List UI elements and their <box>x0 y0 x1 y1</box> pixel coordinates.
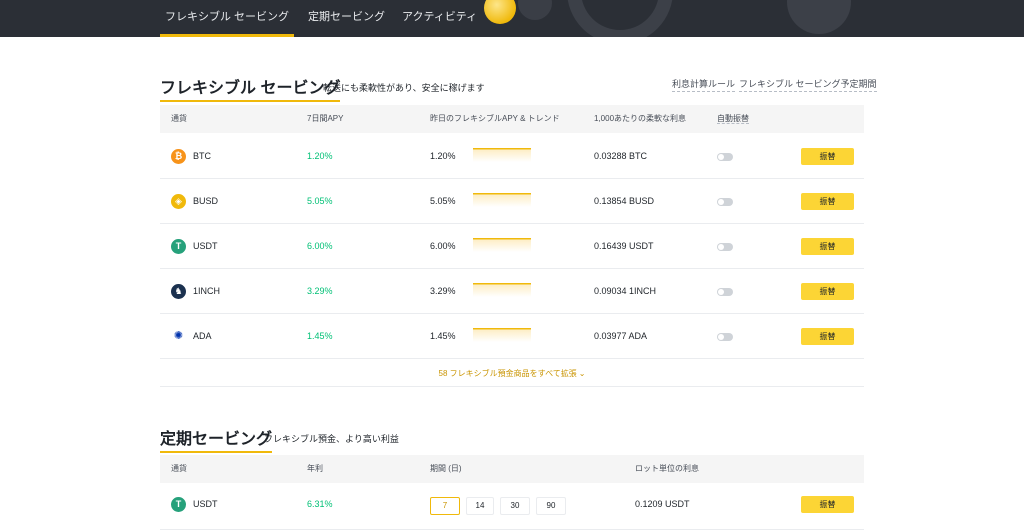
header-interest-per-1000: 1,000あたりの柔軟な利息 <box>594 114 687 123</box>
table-row: ◈ BUSD 5.05% 5.05% 0.13854 BUSD 振替 <box>160 179 864 224</box>
table-row: ✺ ADA 1.45% 1.45% 0.03977 ADA 振替 <box>160 314 864 359</box>
coin-name: ADA <box>193 331 212 341</box>
apy-yesterday: 3.29% <box>430 286 456 296</box>
table-row: T USDT 6.00% 6.00% 0.16439 USDT 振替 <box>160 224 864 269</box>
dark-circle-decoration <box>518 0 552 20</box>
trend-chart <box>473 148 531 162</box>
flexible-savings-title: フレキシブル セービング <box>160 74 341 102</box>
auto-transfer-toggle[interactable] <box>717 243 733 251</box>
coin-name: USDT <box>193 241 218 251</box>
table-row: T USDT 6.31% 7 14 30 90 0.1209 USDT 振替 <box>160 482 864 530</box>
period-option-30[interactable]: 30 <box>500 497 530 515</box>
locked-savings-title: 定期セービング <box>160 425 273 453</box>
tab-flexible-savings[interactable]: フレキシブル セービング <box>160 0 294 37</box>
trend-chart <box>473 328 531 342</box>
lot-interest: 0.1209 USDT <box>635 499 690 509</box>
header-coin: 通貨 <box>171 114 187 123</box>
locked-table-header: 通貨 年利 期間 (日) ロット単位の利息 <box>160 455 864 483</box>
tab-locked-savings[interactable]: 定期セービング <box>308 0 385 37</box>
auto-transfer-toggle[interactable] <box>717 198 733 206</box>
table-row: ₿ BTC 1.20% 1.20% 0.03288 BTC 振替 <box>160 134 864 179</box>
header-7day-apy: 7日間APY <box>307 114 344 123</box>
1inch-icon: ♞ <box>171 284 186 299</box>
annual-rate: 6.31% <box>307 499 333 509</box>
header-lot-interest: ロット単位の利息 <box>635 464 699 473</box>
apy-7day: 5.05% <box>307 196 333 206</box>
coin-name: BTC <box>193 151 211 161</box>
busd-icon: ◈ <box>171 194 186 209</box>
transfer-button[interactable]: 振替 <box>801 193 854 210</box>
auto-transfer-toggle[interactable] <box>717 153 733 161</box>
apy-7day: 1.20% <box>307 151 333 161</box>
transfer-button[interactable]: 振替 <box>801 238 854 255</box>
coin-name: 1INCH <box>193 286 221 296</box>
coin-name: BUSD <box>193 196 219 206</box>
apy-7day: 3.29% <box>307 286 333 296</box>
locked-savings-subtitle: フレキシブル預金、より高い利益 <box>264 434 399 444</box>
apy-yesterday: 1.20% <box>430 151 456 161</box>
tether-icon: T <box>171 497 186 512</box>
interest-per-1000: 0.09034 1INCH <box>594 286 657 296</box>
interest-per-1000: 0.03977 ADA <box>594 331 648 341</box>
header-auto-transfer: 自動振替 <box>717 114 749 124</box>
apy-7day: 1.45% <box>307 331 333 341</box>
trend-chart <box>473 193 531 207</box>
period-option-14[interactable]: 14 <box>466 497 494 515</box>
chevron-down-icon: ⌄ <box>578 369 586 378</box>
interest-rule-link[interactable]: 利息計算ルール <box>672 77 736 92</box>
transfer-button[interactable]: 振替 <box>801 148 854 165</box>
trend-chart <box>473 283 531 297</box>
interest-per-1000: 0.13854 BUSD <box>594 196 655 206</box>
flexible-savings-subtitle: 転送にも柔軟性があり、安全に稼げます <box>323 83 485 93</box>
ring-decoration <box>567 0 673 37</box>
apy-yesterday: 1.45% <box>430 331 456 341</box>
flexible-table-header: 通貨 7日間APY 昨日のフレキシブルAPY & トレンド 1,000あたりの柔… <box>160 105 864 133</box>
dark-circle-decoration-right <box>787 0 851 34</box>
auto-transfer-toggle[interactable] <box>717 333 733 341</box>
header-annual-rate: 年利 <box>307 464 323 473</box>
coin-name: USDT <box>193 499 218 509</box>
trend-chart <box>473 238 531 252</box>
period-option-90[interactable]: 90 <box>536 497 566 515</box>
apy-yesterday: 5.05% <box>430 196 456 206</box>
bitcoin-icon: ₿ <box>171 149 186 164</box>
header-coin: 通貨 <box>171 464 187 473</box>
table-row: ♞ 1INCH 3.29% 3.29% 0.09034 1INCH 振替 <box>160 269 864 314</box>
header-yesterday-apy-trend: 昨日のフレキシブルAPY & トレンド <box>430 114 560 123</box>
interest-per-1000: 0.03288 BTC <box>594 151 648 161</box>
header-duration-days: 期間 (日) <box>430 464 462 473</box>
interest-per-1000: 0.16439 USDT <box>594 241 654 251</box>
apy-yesterday: 6.00% <box>430 241 456 251</box>
cardano-icon: ✺ <box>171 329 186 344</box>
top-nav: フレキシブル セービング 定期セービング アクティビティ <box>0 0 1024 37</box>
transfer-button[interactable]: 振替 <box>801 328 854 345</box>
gold-coin-decoration <box>484 0 516 24</box>
flexible-schedule-link[interactable]: フレキシブル セービング予定期間 <box>739 77 877 92</box>
transfer-button[interactable]: 振替 <box>801 283 854 300</box>
expand-label: 58 フレキシブル預金商品をすべて拡張 <box>438 369 577 378</box>
period-option-7[interactable]: 7 <box>430 497 460 515</box>
tether-icon: T <box>171 239 186 254</box>
expand-all-products[interactable]: 58 フレキシブル預金商品をすべて拡張 ⌄ <box>160 360 864 387</box>
transfer-button[interactable]: 振替 <box>801 496 854 513</box>
tab-activities[interactable]: アクティビティ <box>402 0 477 37</box>
apy-7day: 6.00% <box>307 241 333 251</box>
auto-transfer-toggle[interactable] <box>717 288 733 296</box>
